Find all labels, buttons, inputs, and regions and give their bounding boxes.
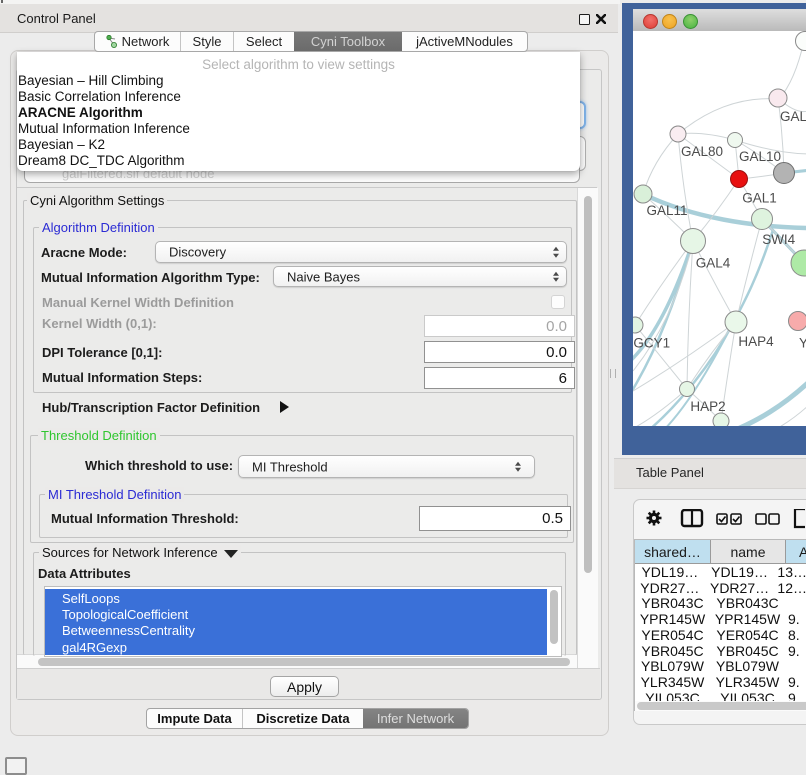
- svg-text:HAP4: HAP4: [738, 334, 774, 349]
- svg-text:GAL10: GAL10: [739, 149, 781, 164]
- svg-text:GAL4: GAL4: [696, 256, 731, 271]
- svg-text:SWI4: SWI4: [762, 232, 795, 247]
- svg-text:GAL2: GAL2: [780, 109, 806, 124]
- svg-text:YJ: YJ: [799, 335, 806, 350]
- svg-text:GAL11: GAL11: [646, 203, 687, 218]
- svg-text:HAP2: HAP2: [690, 399, 725, 414]
- svg-text:GAL80: GAL80: [681, 144, 723, 159]
- svg-text:GAL1: GAL1: [742, 191, 777, 206]
- svg-text:GCY1: GCY1: [633, 335, 670, 350]
